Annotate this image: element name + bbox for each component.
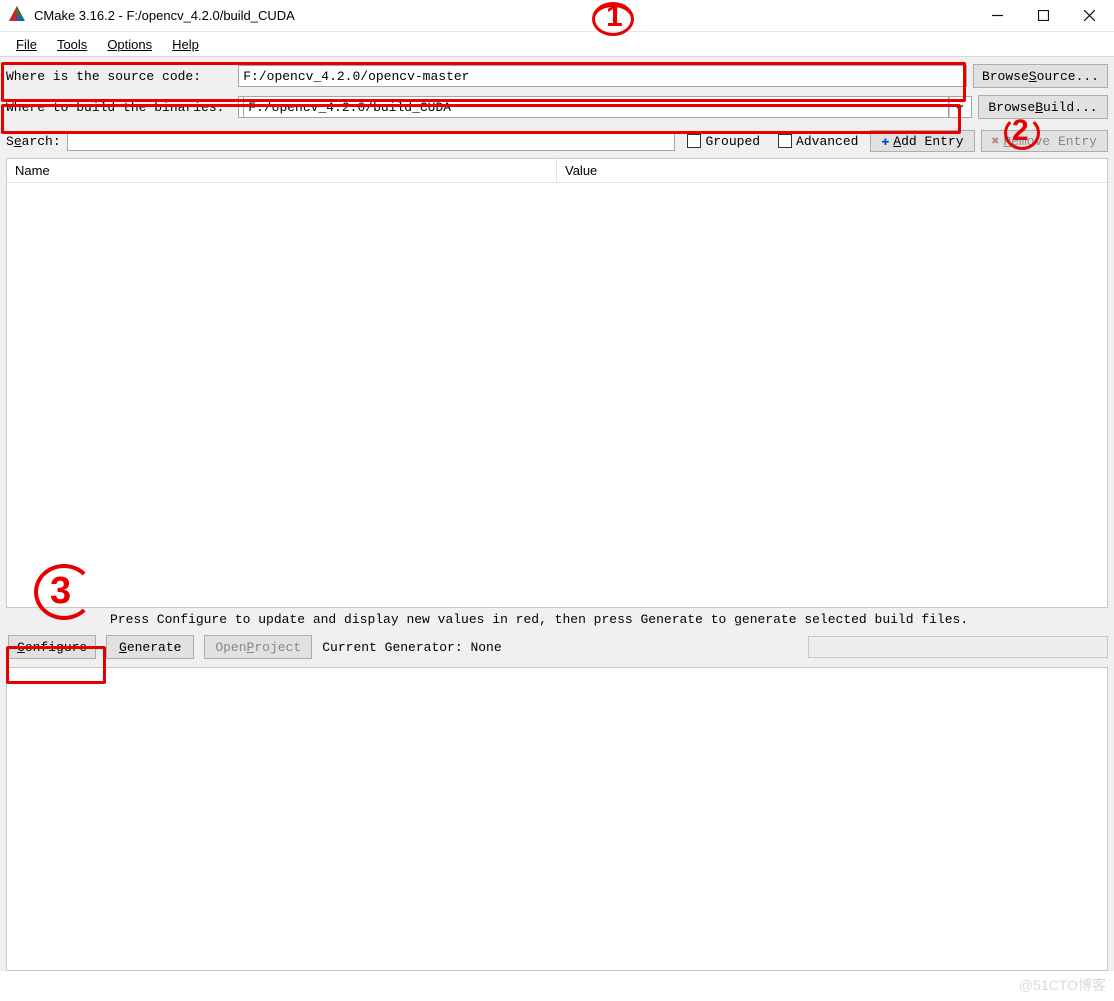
table-header: Name Value [7, 159, 1107, 183]
search-label: Search: [6, 134, 61, 149]
search-input[interactable] [67, 131, 676, 151]
source-label: Where is the source code: [6, 69, 232, 84]
build-path-input[interactable] [243, 96, 949, 118]
config-table: Name Value [6, 158, 1108, 608]
build-label: Where to build the binaries: [6, 100, 232, 115]
plus-icon: ✚ [881, 134, 889, 149]
watermark: @51CTO博客 [1019, 975, 1106, 995]
remove-entry-button: ✖ Remove Entry [981, 130, 1108, 152]
action-row: Configure Generate Open Project Current … [0, 631, 1114, 667]
header-name[interactable]: Name [7, 159, 557, 182]
menubar: File Tools Options Help [0, 32, 1114, 56]
menu-file[interactable]: File [6, 35, 47, 54]
grouped-checkbox[interactable]: Grouped [681, 134, 766, 149]
header-value[interactable]: Value [557, 159, 1107, 182]
open-project-button: Open Project [204, 635, 312, 659]
window-controls [974, 1, 1112, 31]
cmake-logo-icon [8, 5, 26, 26]
build-path-row: Where to build the binaries: Browse Buil… [0, 95, 1114, 126]
search-row: Search: Grouped Advanced ✚ Add Entry ✖ R… [0, 126, 1114, 158]
window-title: CMake 3.16.2 - F:/opencv_4.2.0/build_CUD… [34, 8, 295, 23]
current-generator-label: Current Generator: None [322, 640, 501, 655]
advanced-label: Advanced [796, 134, 858, 149]
hint-text: Press Configure to update and display ne… [0, 608, 1114, 631]
build-path-combo[interactable] [238, 96, 972, 118]
chevron-down-icon[interactable] [949, 97, 967, 117]
browse-source-button[interactable]: Browse Source... [973, 64, 1108, 88]
progress-bar [808, 636, 1108, 658]
source-path-row: Where is the source code: Browse Source.… [0, 57, 1114, 95]
configure-button[interactable]: Configure [8, 635, 96, 659]
titlebar: CMake 3.16.2 - F:/opencv_4.2.0/build_CUD… [0, 0, 1114, 32]
minimize-button[interactable] [974, 1, 1020, 31]
menu-tools[interactable]: Tools [47, 35, 97, 54]
grouped-label: Grouped [705, 134, 760, 149]
output-pane[interactable] [6, 667, 1108, 971]
add-entry-button[interactable]: ✚ Add Entry [870, 130, 974, 152]
cross-icon: ✖ [992, 134, 1000, 149]
source-path-input[interactable] [238, 65, 967, 87]
close-button[interactable] [1066, 1, 1112, 31]
browse-build-button[interactable]: Browse Build... [978, 95, 1108, 119]
checkbox-icon [778, 134, 792, 148]
generate-button[interactable]: Generate [106, 635, 194, 659]
workarea: Where is the source code: Browse Source.… [0, 56, 1114, 971]
maximize-button[interactable] [1020, 1, 1066, 31]
table-body [7, 183, 1107, 607]
advanced-checkbox[interactable]: Advanced [772, 134, 864, 149]
menu-help[interactable]: Help [162, 35, 209, 54]
menu-options[interactable]: Options [97, 35, 162, 54]
checkbox-icon [687, 134, 701, 148]
